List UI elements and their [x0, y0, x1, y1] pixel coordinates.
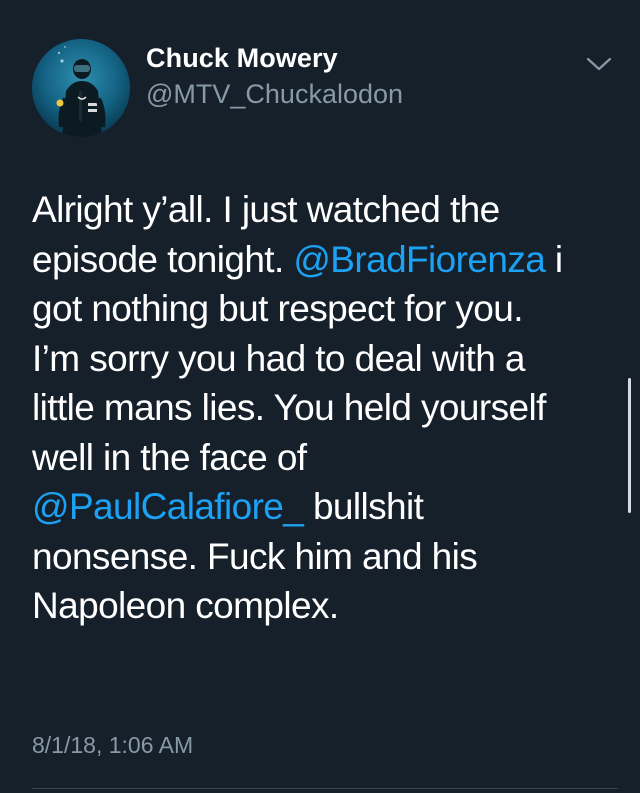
chevron-down-icon[interactable]: [586, 56, 612, 72]
tweet-text-segment: Alright y’all. I just watched the: [32, 189, 500, 230]
mention-link-paul[interactable]: @PaulCalafiore_: [32, 486, 304, 527]
tweet-line: well in the face of: [32, 433, 612, 483]
tweet-line: @PaulCalafiore_ bullshit: [32, 482, 612, 532]
tweet-text-segment: got nothing but respect for you.: [32, 288, 524, 329]
scrollbar[interactable]: [628, 378, 631, 513]
divider: [32, 788, 618, 789]
tweet-text-segment: episode tonight.: [32, 238, 294, 280]
user-handle[interactable]: @MTV_Chuckalodon: [146, 79, 403, 110]
tweet-line: Alright y’all. I just watched the: [32, 185, 612, 235]
tweet-text-segment: Napoleon complex.: [32, 585, 339, 626]
tweet-line: Napoleon complex.: [32, 581, 612, 631]
tweet-line: little mans lies. You held yourself: [32, 383, 612, 433]
tweet-text-segment: I’m sorry you had to deal with a: [32, 337, 525, 379]
tweet-text-segment: nonsense. Fuck him and his: [32, 535, 478, 577]
tweet-timestamp[interactable]: 8/1/18, 1:06 AM: [32, 732, 193, 759]
mention-link-brad[interactable]: @BradFiorenza: [293, 239, 545, 280]
avatar[interactable]: [32, 39, 130, 137]
tweet-line: I’m sorry you had to deal with a: [32, 334, 612, 384]
display-name[interactable]: Chuck Mowery: [146, 43, 338, 74]
tweet-line: got nothing but respect for you.: [32, 284, 612, 334]
tweet-card: Chuck Mowery @MTV_Chuckalodon Alright y’…: [0, 0, 640, 793]
tweet-text: Alright y’all. I just watched the episod…: [32, 185, 612, 631]
scuba-diver-avatar-image: [32, 39, 130, 137]
tweet-text-segment: little mans lies. You held yourself: [32, 387, 546, 428]
tweet-line: episode tonight. @BradFiorenza i: [32, 235, 612, 285]
tweet-text-segment: well in the face of: [32, 436, 307, 478]
tweet-line: nonsense. Fuck him and his: [32, 532, 612, 582]
tweet-text-segment: i: [545, 238, 563, 280]
tweet-text-segment: bullshit: [303, 486, 424, 527]
